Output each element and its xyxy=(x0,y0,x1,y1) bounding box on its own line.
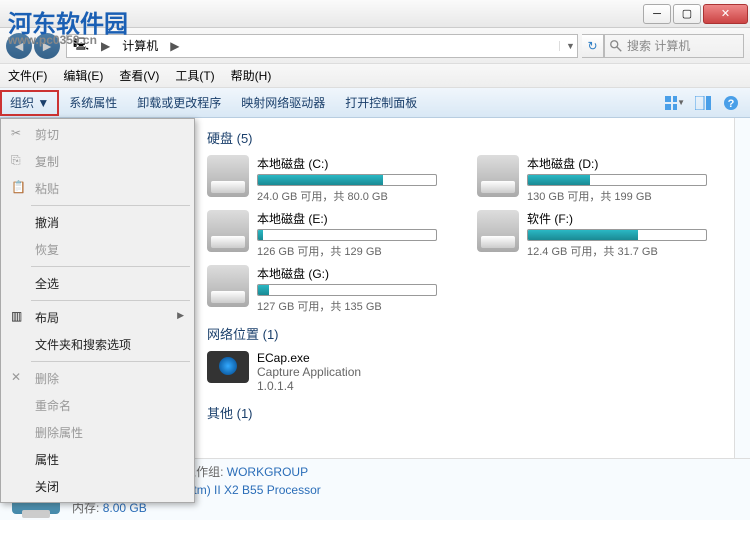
search-icon xyxy=(609,39,623,53)
search-box[interactable]: 搜索 计算机 xyxy=(604,34,744,58)
drive-space-text: 126 GB 可用，共 129 GB xyxy=(257,243,437,259)
drive-name: 软件 (F:) xyxy=(527,210,707,227)
view-options-button[interactable]: ▼ xyxy=(664,92,686,114)
layout-icon: ▥ xyxy=(11,309,25,323)
search-placeholder: 搜索 计算机 xyxy=(627,37,690,54)
drive-item[interactable]: 本地磁盘 (E:) 126 GB 可用，共 129 GB xyxy=(207,210,437,259)
drive-space-text: 130 GB 可用，共 199 GB xyxy=(527,188,707,204)
workgroup-value: WORKGROUP xyxy=(227,465,308,479)
menu-select-all[interactable]: 全选 xyxy=(3,270,192,297)
drive-space-text: 24.0 GB 可用，共 80.0 GB xyxy=(257,188,437,204)
menu-separator xyxy=(31,300,190,301)
drive-icon xyxy=(207,210,249,252)
system-properties-button[interactable]: 系统属性 xyxy=(59,89,127,117)
network-item[interactable]: ECap.exe Capture Application 1.0.1.4 xyxy=(207,351,722,393)
preview-pane-button[interactable] xyxy=(692,92,714,114)
copy-icon: ⎘ xyxy=(11,153,25,167)
camera-icon xyxy=(207,351,249,383)
menu-close[interactable]: 关闭 xyxy=(3,473,192,500)
navigation-pane: ✂剪切 ⎘复制 📋粘贴 撤消 恢复 全选 ▥布局▶ 文件夹和搜索选项 ✕删除 重… xyxy=(0,118,195,458)
item-description: Capture Application xyxy=(257,365,361,379)
drive-icon xyxy=(207,265,249,307)
file-list: 硬盘 (5) 本地磁盘 (C:) 24.0 GB 可用，共 80.0 GB 本地… xyxy=(195,118,734,458)
drive-name: 本地磁盘 (G:) xyxy=(257,265,437,282)
menu-cut[interactable]: ✂剪切 xyxy=(3,121,192,148)
cut-icon: ✂ xyxy=(11,126,25,140)
menu-edit[interactable]: 编辑(E) xyxy=(55,67,111,84)
item-version: 1.0.1.4 xyxy=(257,379,361,393)
organize-button[interactable]: 组织 ▼ xyxy=(0,90,59,116)
item-name: ECap.exe xyxy=(257,351,361,365)
drive-name: 本地磁盘 (C:) xyxy=(257,155,437,172)
drive-name: 本地磁盘 (E:) xyxy=(257,210,437,227)
drive-capacity-bar xyxy=(257,284,437,296)
menu-properties[interactable]: 属性 xyxy=(3,446,192,473)
help-button[interactable]: ? xyxy=(720,92,742,114)
menu-delete[interactable]: ✕删除 xyxy=(3,365,192,392)
group-other[interactable]: 其他 (1) xyxy=(207,403,722,422)
drive-space-text: 12.4 GB 可用，共 31.7 GB xyxy=(527,243,707,259)
svg-text:?: ? xyxy=(728,98,735,110)
watermark: 河东软件园 www.pc0359.cn xyxy=(0,0,200,40)
organize-menu: ✂剪切 ⎘复制 📋粘贴 撤消 恢复 全选 ▥布局▶ 文件夹和搜索选项 ✕删除 重… xyxy=(0,118,195,503)
drive-icon xyxy=(477,155,519,197)
drive-capacity-bar xyxy=(527,229,707,241)
menu-help[interactable]: 帮助(H) xyxy=(223,67,280,84)
preview-pane xyxy=(734,118,750,458)
drive-name: 本地磁盘 (D:) xyxy=(527,155,707,172)
menu-layout[interactable]: ▥布局▶ xyxy=(3,304,192,331)
drive-item[interactable]: 本地磁盘 (D:) 130 GB 可用，共 199 GB xyxy=(477,155,707,204)
drive-item[interactable]: 本地磁盘 (C:) 24.0 GB 可用，共 80.0 GB xyxy=(207,155,437,204)
drive-item[interactable]: 本地磁盘 (G:) 127 GB 可用，共 135 GB xyxy=(207,265,437,314)
menu-separator xyxy=(31,266,190,267)
menu-folder-options[interactable]: 文件夹和搜索选项 xyxy=(3,331,192,358)
drive-space-text: 127 GB 可用，共 135 GB xyxy=(257,298,437,314)
breadcrumb-dropdown[interactable]: ▼ xyxy=(559,41,577,51)
uninstall-programs-button[interactable]: 卸载或更改程序 xyxy=(127,89,231,117)
submenu-arrow-icon: ▶ xyxy=(177,310,184,321)
drive-capacity-bar xyxy=(257,229,437,241)
paste-icon: 📋 xyxy=(11,180,25,194)
menu-separator xyxy=(31,205,190,206)
drive-icon xyxy=(477,210,519,252)
refresh-button[interactable]: ↻ xyxy=(582,34,604,58)
group-hard-drives[interactable]: 硬盘 (5) xyxy=(207,128,722,147)
minimize-button[interactable]: ─ xyxy=(643,4,671,24)
menu-view[interactable]: 查看(V) xyxy=(111,67,167,84)
map-network-drive-button[interactable]: 映射网络驱动器 xyxy=(231,89,335,117)
preview-pane-icon xyxy=(695,96,711,110)
menu-redo[interactable]: 恢复 xyxy=(3,236,192,263)
drive-icon xyxy=(207,155,249,197)
content-area: ✂剪切 ⎘复制 📋粘贴 撤消 恢复 全选 ▥布局▶ 文件夹和搜索选项 ✕删除 重… xyxy=(0,118,750,458)
view-icon xyxy=(665,96,677,110)
menu-paste[interactable]: 📋粘贴 xyxy=(3,175,192,202)
menu-separator xyxy=(31,361,190,362)
menu-bar: 文件(F) 编辑(E) 查看(V) 工具(T) 帮助(H) xyxy=(0,64,750,88)
drive-item[interactable]: 软件 (F:) 12.4 GB 可用，共 31.7 GB xyxy=(477,210,707,259)
menu-copy[interactable]: ⎘复制 xyxy=(3,148,192,175)
control-panel-button[interactable]: 打开控制面板 xyxy=(335,89,427,117)
drive-capacity-bar xyxy=(257,174,437,186)
menu-rename[interactable]: 重命名 xyxy=(3,392,192,419)
menu-file[interactable]: 文件(F) xyxy=(0,67,55,84)
help-icon: ? xyxy=(723,95,739,111)
maximize-button[interactable]: ▢ xyxy=(673,4,701,24)
group-network-locations[interactable]: 网络位置 (1) xyxy=(207,324,722,343)
close-button[interactable]: ✕ xyxy=(703,4,748,24)
drive-capacity-bar xyxy=(527,174,707,186)
menu-remove-properties[interactable]: 删除属性 xyxy=(3,419,192,446)
command-bar: 组织 ▼ 系统属性 卸载或更改程序 映射网络驱动器 打开控制面板 ▼ ? xyxy=(0,88,750,118)
menu-tools[interactable]: 工具(T) xyxy=(167,67,222,84)
delete-icon: ✕ xyxy=(11,370,25,384)
menu-undo[interactable]: 撤消 xyxy=(3,209,192,236)
